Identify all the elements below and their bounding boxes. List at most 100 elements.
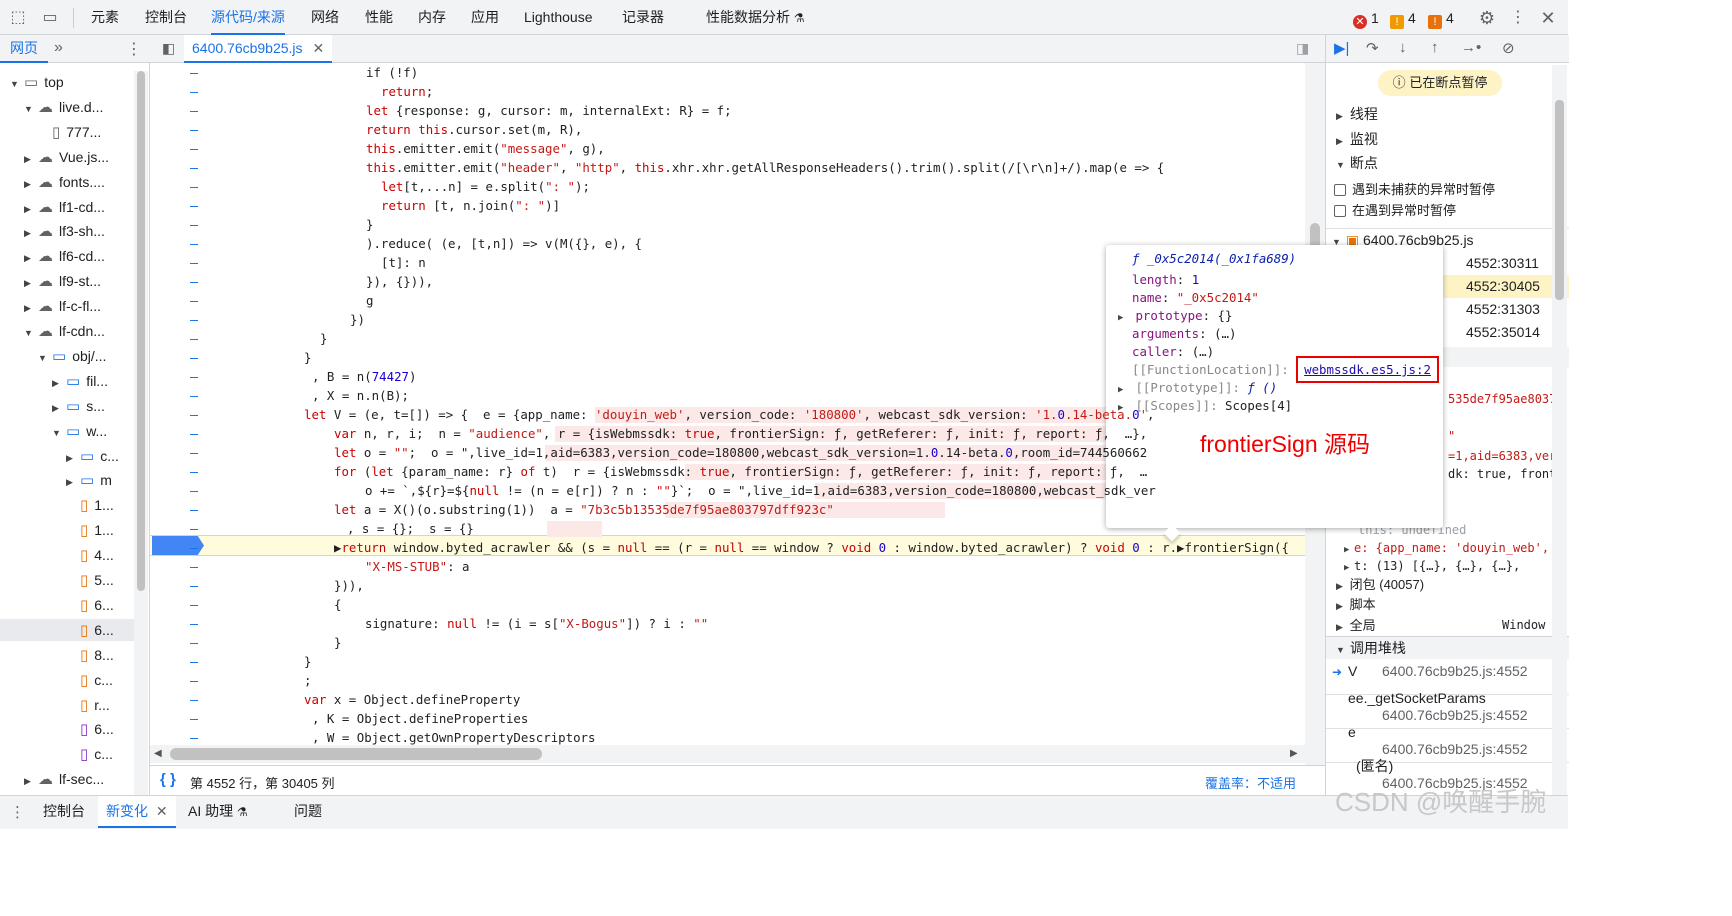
- line-number[interactable]: [190, 510, 198, 511]
- line-number[interactable]: [190, 206, 198, 207]
- tab-application[interactable]: 应用: [471, 0, 499, 35]
- close-icon[interactable]: ✕: [1538, 8, 1558, 28]
- line-number[interactable]: [190, 225, 198, 226]
- checkbox[interactable]: [1334, 205, 1346, 217]
- line-number[interactable]: [190, 187, 198, 188]
- drawer-tab-ai-assistant[interactable]: AI 助理 ⚗: [188, 796, 248, 828]
- scope-script[interactable]: ▶ 脚本: [1326, 593, 1569, 616]
- issue-count[interactable]: ! 4: [1428, 9, 1454, 29]
- more-vert-icon[interactable]: ⋮: [126, 39, 142, 59]
- drawer-tab-console[interactable]: 控制台: [43, 796, 85, 828]
- more-vert-icon[interactable]: ⋮: [1508, 8, 1528, 28]
- tree-item[interactable]: ▯ 1...: [66, 494, 114, 516]
- tree-item[interactable]: ▶ ☁ lf-c-fl...: [24, 295, 101, 317]
- drawer-tab-issues[interactable]: 问题: [294, 796, 322, 828]
- prop-arguments[interactable]: arguments: (…): [1132, 325, 1236, 343]
- tree-item[interactable]: ▯ c...: [66, 669, 113, 691]
- section-threads[interactable]: ▶ 线程: [1326, 103, 1569, 126]
- line-number[interactable]: [190, 92, 198, 93]
- line-number[interactable]: [190, 149, 198, 150]
- sidebar-scrollbar-thumb[interactable]: [1555, 100, 1564, 300]
- line-number[interactable]: [190, 700, 198, 701]
- tree-item[interactable]: ▼ ▭ obj/...: [38, 345, 106, 367]
- line-number[interactable]: [190, 358, 198, 359]
- line-number[interactable]: [190, 738, 198, 739]
- chevron-right-icon[interactable]: ▶: [52, 397, 62, 419]
- chevron-right-icon[interactable]: ▶: [52, 372, 62, 394]
- pretty-print-icon[interactable]: { }: [160, 771, 176, 788]
- tab-lighthouse[interactable]: Lighthouse: [524, 0, 593, 35]
- prop-prototype[interactable]: ▶ prototype: {}: [1118, 307, 1232, 325]
- tab-memory[interactable]: 内存: [418, 0, 446, 35]
- tree-item[interactable]: ▶ ▭ c...: [66, 445, 119, 467]
- line-number[interactable]: [190, 301, 198, 302]
- warning-count[interactable]: ! 4: [1390, 9, 1416, 29]
- line-number[interactable]: [190, 263, 198, 264]
- line-number[interactable]: [190, 111, 198, 112]
- close-tab-icon[interactable]: ✕: [156, 803, 168, 819]
- scroll-right-icon[interactable]: ▶: [1290, 748, 1298, 759]
- error-count[interactable]: ✕ 1: [1353, 9, 1379, 29]
- tree-item[interactable]: ▯ 777...: [38, 121, 101, 143]
- line-number[interactable]: [190, 586, 198, 587]
- tree-item[interactable]: ▶ ☁ lf1-cd...: [24, 196, 105, 218]
- tree-item[interactable]: ▯ 6...: [0, 618, 134, 641]
- gear-icon[interactable]: ⚙: [1477, 8, 1497, 28]
- tab-performance-insights[interactable]: 性能数据分析 ⚗: [706, 0, 805, 35]
- chevron-right-icon[interactable]: ▶: [24, 272, 34, 294]
- tree-scrollbar[interactable]: [134, 71, 148, 795]
- section-watch[interactable]: ▶ 监视: [1326, 128, 1569, 151]
- tree-item[interactable]: ▼ ▭ w...: [52, 420, 107, 442]
- tree-item[interactable]: ▶ ▭ s...: [52, 395, 105, 417]
- line-number[interactable]: [190, 529, 198, 530]
- coverage-status[interactable]: 覆盖率：不适用: [1205, 773, 1296, 792]
- step-over-icon[interactable]: ↷: [1366, 39, 1379, 57]
- line-number[interactable]: [190, 244, 198, 245]
- scroll-left-icon[interactable]: ◀: [154, 748, 162, 759]
- tab-page[interactable]: 网页: [0, 35, 48, 63]
- tree-item[interactable]: ▯ 6...: [66, 594, 114, 616]
- checkbox[interactable]: [1334, 184, 1346, 196]
- section-call-stack[interactable]: ▼ 调用堆栈: [1326, 636, 1569, 659]
- tree-item[interactable]: ▶ ☁ lf9-st...: [24, 270, 101, 292]
- chevron-right-icon[interactable]: ▶: [24, 148, 34, 170]
- chevron-right-icon[interactable]: ▶: [24, 173, 34, 195]
- tree-item[interactable]: ▯ c...: [66, 743, 113, 765]
- tab-network[interactable]: 网络: [311, 0, 339, 35]
- line-number[interactable]: [190, 605, 198, 606]
- line-number[interactable]: [190, 73, 198, 74]
- call-frame[interactable]: ee._getSocketParams 6400.76cb9b25.js:4552: [1326, 690, 1569, 728]
- tree-item[interactable]: ▶ ▭ fil...: [52, 370, 108, 392]
- line-number[interactable]: [190, 396, 198, 397]
- tab-sources[interactable]: 源代码/来源: [211, 0, 285, 35]
- tree-item[interactable]: ▶ ▭ m: [66, 469, 112, 491]
- step-into-icon[interactable]: ↓: [1399, 39, 1407, 56]
- tab-recorder[interactable]: 记录器: [622, 0, 664, 35]
- toggle-debugger-icon[interactable]: ◨: [1296, 40, 1309, 57]
- line-number[interactable]: [190, 472, 198, 473]
- chevron-down-icon[interactable]: ▼: [24, 98, 34, 120]
- line-number[interactable]: [190, 453, 198, 454]
- drawer-menu-icon[interactable]: ⋮: [10, 803, 25, 821]
- tab-performance[interactable]: 性能: [365, 0, 393, 35]
- chevron-down-icon[interactable]: ▼: [10, 73, 20, 95]
- tree-item[interactable]: ▼ ☁ lf-cdn...: [24, 320, 105, 342]
- editor-h-scrollbar-thumb[interactable]: [170, 748, 542, 760]
- drawer-tab-whats-new[interactable]: 新变化 ✕: [98, 796, 176, 828]
- line-number[interactable]: [190, 339, 198, 340]
- line-number[interactable]: [190, 130, 198, 131]
- code-area[interactable]: if (!f) return; let {response: g, cursor: …: [150, 63, 1305, 768]
- step-out-icon[interactable]: ↑: [1431, 39, 1439, 56]
- tree-item[interactable]: ▼ ☁ live.d...: [24, 96, 103, 118]
- tree-item[interactable]: ▯ 6...: [66, 718, 114, 740]
- tree-item[interactable]: ▯ 1...: [66, 519, 114, 541]
- more-tabs-icon[interactable]: »: [54, 39, 63, 57]
- tree-item[interactable]: ▶ ☁ lf6-cd...: [24, 245, 105, 267]
- close-tab-icon[interactable]: ✕: [312, 40, 324, 56]
- line-number[interactable]: [190, 548, 198, 549]
- tree-scrollbar-thumb[interactable]: [137, 71, 145, 591]
- line-number[interactable]: [190, 377, 198, 378]
- tree-item[interactable]: ▯ 4...: [66, 544, 114, 566]
- line-number[interactable]: [190, 434, 198, 435]
- chevron-right-icon[interactable]: ▶: [24, 297, 34, 319]
